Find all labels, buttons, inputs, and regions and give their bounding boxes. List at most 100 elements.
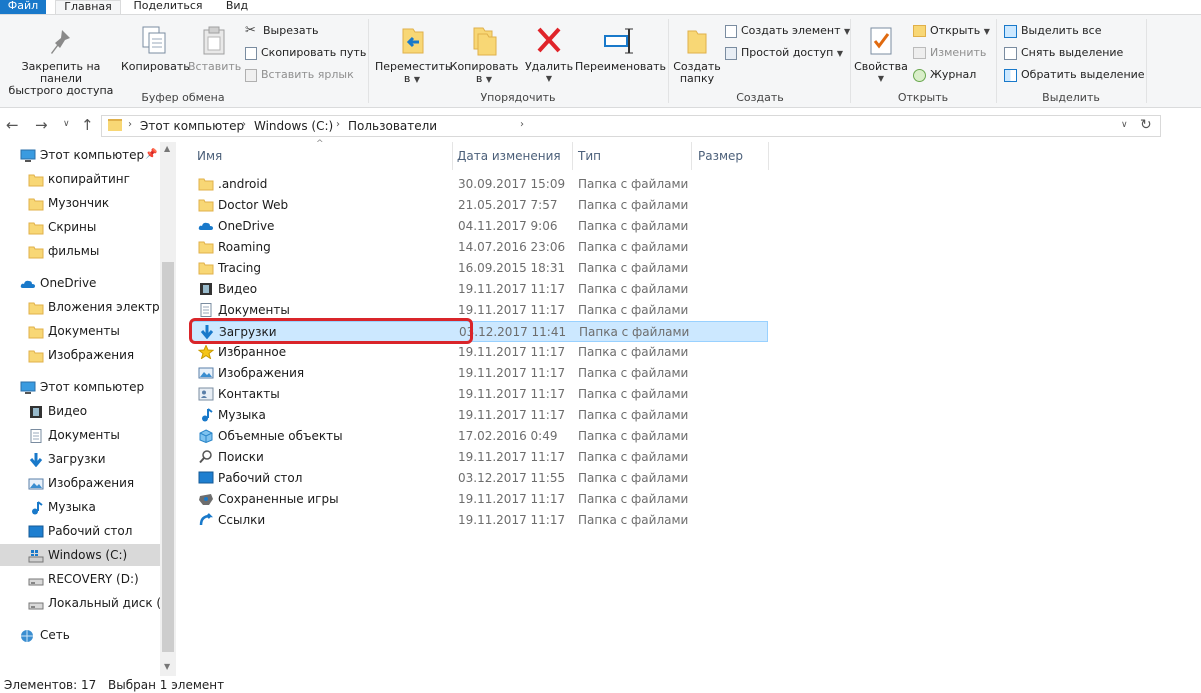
scroll-down-icon[interactable]: ▼ bbox=[164, 662, 170, 671]
select-all-button[interactable]: Выделить все bbox=[1004, 22, 1101, 40]
sidebar-item[interactable]: Рабочий стол bbox=[0, 520, 160, 542]
file-row[interactable]: Избранное 19.11.2017 11:17 Папка с файлами bbox=[190, 342, 768, 363]
breadcrumb-users[interactable]: Пользователи bbox=[348, 119, 437, 133]
cut-button[interactable]: ✂ Вырезать bbox=[245, 22, 318, 40]
easy-access-button[interactable]: Простой доступ ▼ bbox=[725, 44, 843, 62]
sidebar-item[interactable]: Этот компьютер bbox=[0, 376, 160, 398]
sidebar-item-label: Скрины bbox=[48, 220, 97, 234]
file-row[interactable]: .android 30.09.2017 15:09 Папка с файлами bbox=[190, 174, 768, 195]
documents-icon bbox=[200, 303, 212, 317]
file-row[interactable]: Roaming 14.07.2016 23:06 Папка с файлами bbox=[190, 237, 768, 258]
column-size[interactable]: Размер bbox=[698, 149, 743, 163]
links-icon bbox=[199, 513, 214, 526]
sidebar-item[interactable]: Документы bbox=[0, 320, 160, 342]
address-bar[interactable]: › Этот компьютер › Windows (C:) › Пользо… bbox=[101, 115, 1161, 137]
sidebar-item[interactable]: Windows (C:) bbox=[0, 544, 160, 566]
file-name: Изображения bbox=[218, 366, 305, 380]
folder-icon bbox=[28, 198, 44, 211]
sidebar-item-label: фильмы bbox=[48, 244, 100, 258]
file-row[interactable]: Ссылки 19.11.2017 11:17 Папка с файлами bbox=[190, 510, 768, 531]
tab-view[interactable]: Вид bbox=[218, 0, 256, 14]
properties-button[interactable]: Свойства ▼ bbox=[854, 25, 908, 85]
file-row[interactable]: OneDrive 04.11.2017 9:06 Папка с файлами bbox=[190, 216, 768, 237]
file-date: 14.07.2016 23:06 bbox=[458, 240, 566, 254]
scroll-up-icon[interactable]: ▲ bbox=[164, 144, 170, 153]
sidebar-item[interactable]: Сеть bbox=[0, 624, 160, 646]
sidebar-item[interactable]: Изображения bbox=[0, 344, 160, 366]
pinned-icon[interactable]: 📌 bbox=[145, 144, 157, 166]
breadcrumb-this-pc[interactable]: Этот компьютер bbox=[140, 119, 244, 133]
column-divider[interactable] bbox=[691, 142, 692, 170]
open-button[interactable]: Открыть ▼ bbox=[913, 22, 990, 40]
copy-path-button[interactable]: Скопировать путь bbox=[245, 44, 366, 62]
sidebar-item[interactable]: Видео bbox=[0, 400, 160, 422]
file-row[interactable]: Рабочий стол 03.12.2017 11:55 Папка с файл… bbox=[190, 468, 768, 489]
paste-button[interactable]: Вставить bbox=[188, 25, 241, 73]
select-none-button[interactable]: Снять выделение bbox=[1004, 44, 1123, 62]
file-row[interactable]: Поиски 19.11.2017 11:17 Папка с файлами bbox=[190, 447, 768, 468]
history-button[interactable]: Журнал bbox=[913, 66, 976, 84]
delete-button[interactable]: Удалить ▼ bbox=[521, 25, 577, 85]
sidebar-item-icon-wrap bbox=[28, 220, 44, 235]
forward-arrow-icon[interactable]: → bbox=[35, 116, 48, 134]
file-type: Папка с файлами bbox=[578, 450, 689, 464]
file-date: 19.11.2017 11:17 bbox=[458, 513, 566, 527]
sidebar-item[interactable]: Локальный диск (F:) bbox=[0, 592, 160, 614]
sidebar-item-icon-wrap bbox=[20, 628, 36, 642]
column-date[interactable]: Дата изменения bbox=[457, 149, 561, 163]
new-folder-button[interactable]: Создать папку bbox=[672, 25, 722, 85]
column-divider[interactable] bbox=[452, 142, 453, 170]
copy-to-button[interactable]: Копировать в ▼ bbox=[449, 25, 519, 86]
copy-button[interactable]: Копировать bbox=[121, 25, 190, 73]
file-row[interactable]: Музыка 19.11.2017 11:17 Папка с файлами bbox=[190, 405, 768, 426]
recent-locations-chevron-icon[interactable]: ∨ bbox=[63, 119, 70, 129]
sidebar-item[interactable]: RECOVERY (D:) bbox=[0, 568, 160, 590]
sidebar-item[interactable]: копирайтинг bbox=[0, 168, 160, 190]
back-arrow-icon[interactable]: ← bbox=[6, 116, 19, 134]
scroll-thumb[interactable] bbox=[162, 262, 174, 652]
column-divider[interactable] bbox=[768, 142, 769, 170]
up-arrow-icon[interactable]: ↑ bbox=[81, 116, 94, 134]
file-row[interactable]: Контакты 19.11.2017 11:17 Папка с файлами bbox=[190, 384, 768, 405]
file-row[interactable]: Изображения 19.11.2017 11:17 Папка с файла… bbox=[190, 363, 768, 384]
invert-selection-button[interactable]: Обратить выделение bbox=[1004, 66, 1145, 84]
breadcrumb-chevron-icon[interactable]: › bbox=[242, 119, 246, 130]
breadcrumb-windows-c[interactable]: Windows (C:) bbox=[254, 119, 333, 133]
address-dropdown-icon[interactable]: ∨ bbox=[1121, 120, 1128, 130]
file-row[interactable]: Doctor Web 21.05.2017 7:57 Папка с файлами bbox=[190, 195, 768, 216]
sidebar-item[interactable]: Этот компьютер 📌 bbox=[0, 144, 160, 166]
column-name[interactable]: Имя bbox=[197, 149, 222, 163]
sidebar-item[interactable]: Вложения электрон bbox=[0, 296, 160, 318]
refresh-icon[interactable]: ↻ bbox=[1140, 117, 1152, 133]
file-row[interactable]: Объемные объекты 17.02.2016 0:49 Папка с ф… bbox=[190, 426, 768, 447]
paste-shortcut-button[interactable]: Вставить ярлык bbox=[245, 66, 354, 84]
file-row[interactable]: Tracing 16.09.2015 18:31 Папка с файлами bbox=[190, 258, 768, 279]
file-row[interactable]: Видео 19.11.2017 11:17 Папка с файлами bbox=[190, 279, 768, 300]
sidebar-item[interactable]: Скрины bbox=[0, 216, 160, 238]
tab-file[interactable]: Файл bbox=[0, 0, 46, 14]
move-to-button[interactable]: Переместить в ▼ bbox=[375, 25, 451, 86]
rename-button[interactable]: Переименовать bbox=[575, 25, 666, 73]
sidebar-item[interactable]: Изображения bbox=[0, 472, 160, 494]
column-divider[interactable] bbox=[572, 142, 573, 170]
sidebar-item[interactable]: Музыка bbox=[0, 496, 160, 518]
sidebar-item[interactable]: OneDrive bbox=[0, 272, 160, 294]
breadcrumb-chevron-icon[interactable]: › bbox=[336, 119, 340, 130]
dropdown-caret-icon: ▼ bbox=[877, 74, 885, 83]
file-row[interactable]: Сохраненные игры 19.11.2017 11:17 Папка с … bbox=[190, 489, 768, 510]
sidebar-item[interactable]: Документы bbox=[0, 424, 160, 446]
edit-button[interactable]: Изменить bbox=[913, 44, 986, 62]
breadcrumb-chevron-icon[interactable]: › bbox=[520, 119, 524, 130]
network-icon bbox=[21, 630, 33, 642]
breadcrumb-chevron-icon[interactable]: › bbox=[128, 119, 132, 130]
new-item-button[interactable]: Создать элемент ▼ bbox=[725, 22, 850, 40]
sidebar-item[interactable]: Музончик bbox=[0, 192, 160, 214]
sidebar-item[interactable]: Загрузки bbox=[0, 448, 160, 470]
column-type[interactable]: Тип bbox=[578, 149, 601, 163]
sidebar-item[interactable]: фильмы bbox=[0, 240, 160, 262]
navigation-pane-scrollbar[interactable]: ▲ ▼ bbox=[160, 142, 176, 676]
pin-quick-access-button[interactable]: Закрепить на панели быстрого доступа bbox=[2, 27, 120, 97]
sidebar-item-icon-wrap bbox=[28, 348, 44, 363]
tab-share[interactable]: Поделиться bbox=[128, 0, 208, 14]
file-row-icon-wrap bbox=[198, 240, 214, 254]
